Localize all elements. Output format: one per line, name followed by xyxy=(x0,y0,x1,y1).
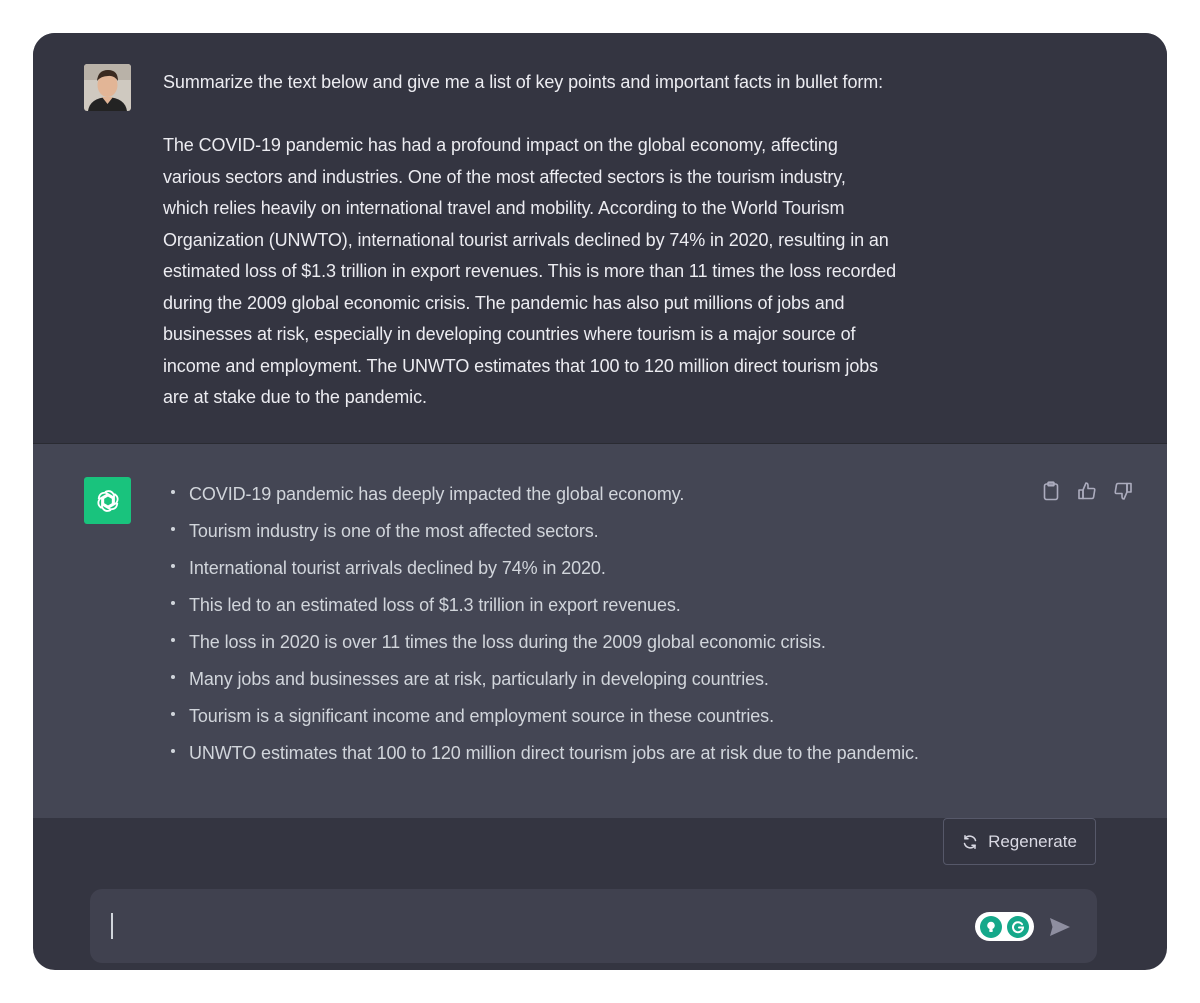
regenerate-label: Regenerate xyxy=(988,831,1077,851)
thumbs-up-button[interactable] xyxy=(1076,480,1098,502)
message-actions xyxy=(1040,480,1134,502)
passage-line: various sectors and industries. One of t… xyxy=(163,166,846,187)
passage-line: income and employment. The UNWTO estimat… xyxy=(163,355,879,376)
message-composer xyxy=(90,889,1097,963)
bullet-item: Many jobs and businesses are at risk, pa… xyxy=(169,661,969,698)
bullet-item: Tourism industry is one of the most affe… xyxy=(169,513,969,550)
chatgpt-logo-icon xyxy=(84,477,131,524)
passage-line: during the 2009 global economic crisis. … xyxy=(163,292,845,313)
message-input[interactable] xyxy=(120,909,964,945)
grammarly-bulb-icon[interactable] xyxy=(980,915,1003,938)
thumbs-down-button[interactable] xyxy=(1112,480,1134,502)
passage-line: which relies heavily on international tr… xyxy=(163,198,845,218)
refresh-icon xyxy=(963,834,977,849)
passage-line: are at stake due to the pandemic. xyxy=(163,387,427,407)
bullet-item: Tourism is a significant income and empl… xyxy=(169,698,969,735)
assistant-message: COVID-19 pandemic has deeply impacted th… xyxy=(33,444,1167,818)
copy-button[interactable] xyxy=(1040,480,1062,502)
regenerate-button[interactable]: Regenerate xyxy=(943,818,1096,865)
send-icon xyxy=(1050,918,1070,936)
bullet-item: UNWTO estimates that 100 to 120 million … xyxy=(169,735,969,772)
bullet-item: COVID-19 pandemic has deeply impacted th… xyxy=(169,476,969,513)
chat-window: Summarize the text below and give me a l… xyxy=(33,33,1167,970)
clipboard-icon xyxy=(1043,481,1059,501)
passage-line: estimated loss of $1.3 trillion in expor… xyxy=(163,261,897,281)
grammarly-widget[interactable] xyxy=(975,912,1034,941)
prompt-line: Summarize the text below and give me a l… xyxy=(163,72,884,92)
bullet-item: This led to an estimated loss of $1.3 tr… xyxy=(169,587,969,624)
passage-line: businesses at risk, especially in develo… xyxy=(163,324,856,344)
passage-line: The COVID-19 pandemic has had a profound… xyxy=(163,135,838,155)
text-caret xyxy=(111,913,113,939)
user-message: Summarize the text below and give me a l… xyxy=(33,33,1167,444)
send-button[interactable] xyxy=(1046,914,1074,940)
bullet-item: International tourist arrivals declined … xyxy=(169,550,969,587)
bullet-item: The loss in 2020 is over 11 times the lo… xyxy=(169,624,969,661)
thumbs-up-icon xyxy=(1078,482,1096,500)
user-avatar xyxy=(84,64,131,111)
passage-line: Organization (UNWTO), international tour… xyxy=(163,229,889,250)
summary-bullet-list: COVID-19 pandemic has deeply impacted th… xyxy=(169,476,969,772)
grammarly-g-icon[interactable] xyxy=(1006,915,1029,938)
user-message-text: Summarize the text below and give me a l… xyxy=(163,67,1043,414)
thumbs-down-icon xyxy=(1114,482,1132,500)
